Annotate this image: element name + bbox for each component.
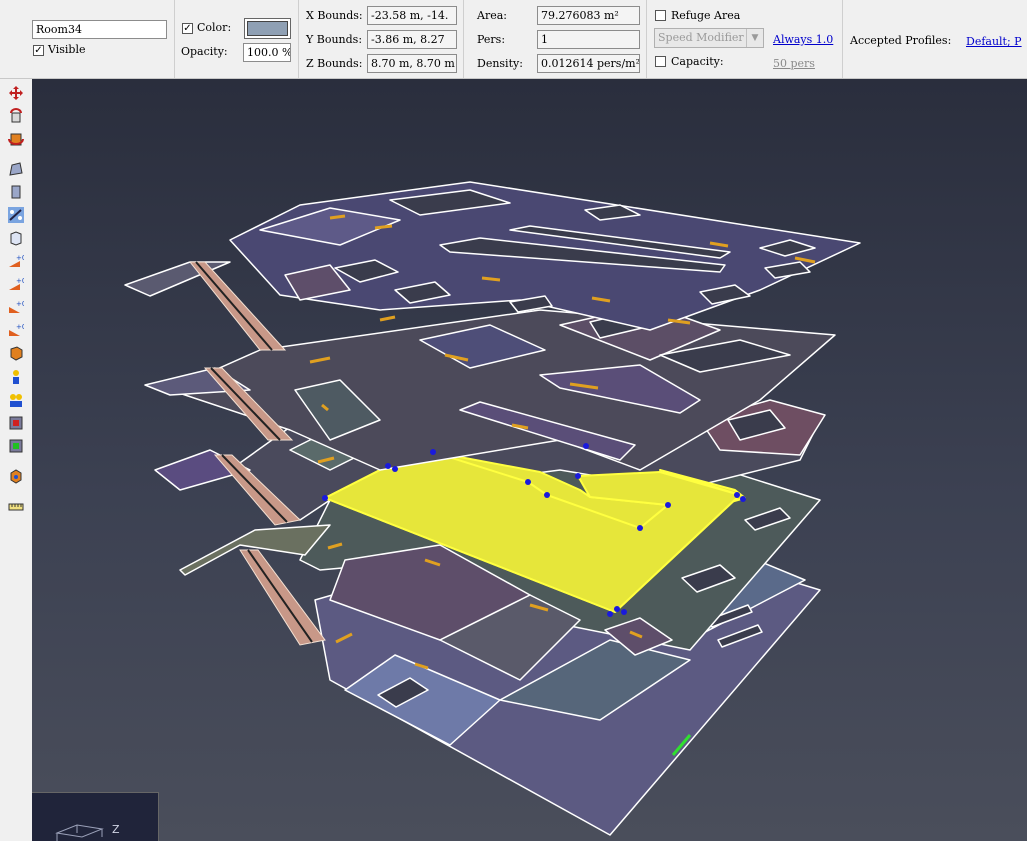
group-icon[interactable] xyxy=(8,392,24,408)
orbit-icon[interactable] xyxy=(8,131,24,147)
floor-up-icon[interactable]: +0 xyxy=(8,253,24,269)
obstruction-icon[interactable] xyxy=(8,345,24,361)
separator xyxy=(842,0,843,78)
rotate-icon[interactable] xyxy=(8,108,24,124)
properties-panel: Room34 ✓ Visible ✓ Color: Opacity: 100.0… xyxy=(0,0,1027,79)
accepted-profiles-link[interactable]: Default; P xyxy=(966,35,1022,48)
x-bounds-label: X Bounds: xyxy=(306,9,363,22)
floor-add-icon[interactable]: +0 xyxy=(8,276,24,292)
svg-text:+0: +0 xyxy=(16,277,24,285)
capacity-label: Capacity: xyxy=(671,55,724,68)
area-label: Area: xyxy=(477,9,507,22)
visible-checkbox[interactable]: ✓ xyxy=(33,45,44,56)
3d-viewport[interactable]: Z xyxy=(32,79,1027,841)
pers-label: Pers: xyxy=(477,33,506,46)
svg-text:+0: +0 xyxy=(16,323,24,331)
z-bounds-field[interactable]: 8.70 m, 8.70 m xyxy=(367,54,457,73)
capacity-checkbox[interactable] xyxy=(655,56,666,67)
separator xyxy=(646,0,647,78)
color-label: Color: xyxy=(197,21,232,34)
orientation-minimap[interactable]: Z xyxy=(32,792,159,841)
exit-icon[interactable] xyxy=(8,415,24,431)
color-checkbox[interactable]: ✓ xyxy=(182,23,193,34)
occupant-icon[interactable] xyxy=(8,369,24,385)
wall-icon[interactable] xyxy=(8,230,24,246)
chevron-down-icon: ▼ xyxy=(746,29,763,47)
target-icon[interactable] xyxy=(8,438,24,454)
building-model xyxy=(124,181,861,836)
floor-down-icon[interactable]: +0 xyxy=(8,299,24,315)
tool-palette: +0 +0 +0 +0 xyxy=(0,79,32,841)
measure-icon[interactable] xyxy=(8,468,24,484)
capacity-link[interactable]: 50 pers xyxy=(773,57,815,70)
refuge-area-checkbox[interactable] xyxy=(655,10,666,21)
accepted-profiles-label: Accepted Profiles: xyxy=(850,34,952,47)
move-icon[interactable] xyxy=(8,85,24,101)
color-swatch-button[interactable] xyxy=(244,18,291,39)
z-bounds-label: Z Bounds: xyxy=(306,57,363,70)
refuge-area-label: Refuge Area xyxy=(671,9,741,22)
opacity-label: Opacity: xyxy=(181,45,228,58)
door-icon[interactable] xyxy=(8,184,24,200)
stair-icon[interactable] xyxy=(8,207,24,223)
speed-modifier-link[interactable]: Always 1.0 xyxy=(773,33,833,46)
svg-text:+0: +0 xyxy=(16,300,24,308)
ruler-icon[interactable] xyxy=(8,499,24,515)
speed-modifier-select[interactable]: Speed Modifier ▼ xyxy=(654,28,764,48)
density-field[interactable]: 0.012614 pers/m² xyxy=(537,54,640,73)
axis-label: Z xyxy=(112,823,120,836)
floor-remove-icon[interactable]: +0 xyxy=(8,322,24,338)
area-field[interactable]: 79.276083 m² xyxy=(537,6,640,25)
separator xyxy=(298,0,299,78)
y-bounds-label: Y Bounds: xyxy=(306,33,363,46)
pers-field[interactable]: 1 xyxy=(537,30,640,49)
visible-label: Visible xyxy=(48,43,86,56)
density-label: Density: xyxy=(477,57,523,70)
room-icon[interactable] xyxy=(8,161,24,177)
separator xyxy=(174,0,175,78)
x-bounds-field[interactable]: -23.58 m, -14. xyxy=(367,6,457,25)
room-name-input[interactable]: Room34 xyxy=(32,20,167,39)
opacity-input[interactable]: 100.0 % xyxy=(243,43,291,62)
svg-text:+0: +0 xyxy=(16,254,24,262)
separator xyxy=(463,0,464,78)
y-bounds-field[interactable]: -3.86 m, 8.27 xyxy=(367,30,457,49)
speed-modifier-value: Speed Modifier xyxy=(658,31,744,44)
